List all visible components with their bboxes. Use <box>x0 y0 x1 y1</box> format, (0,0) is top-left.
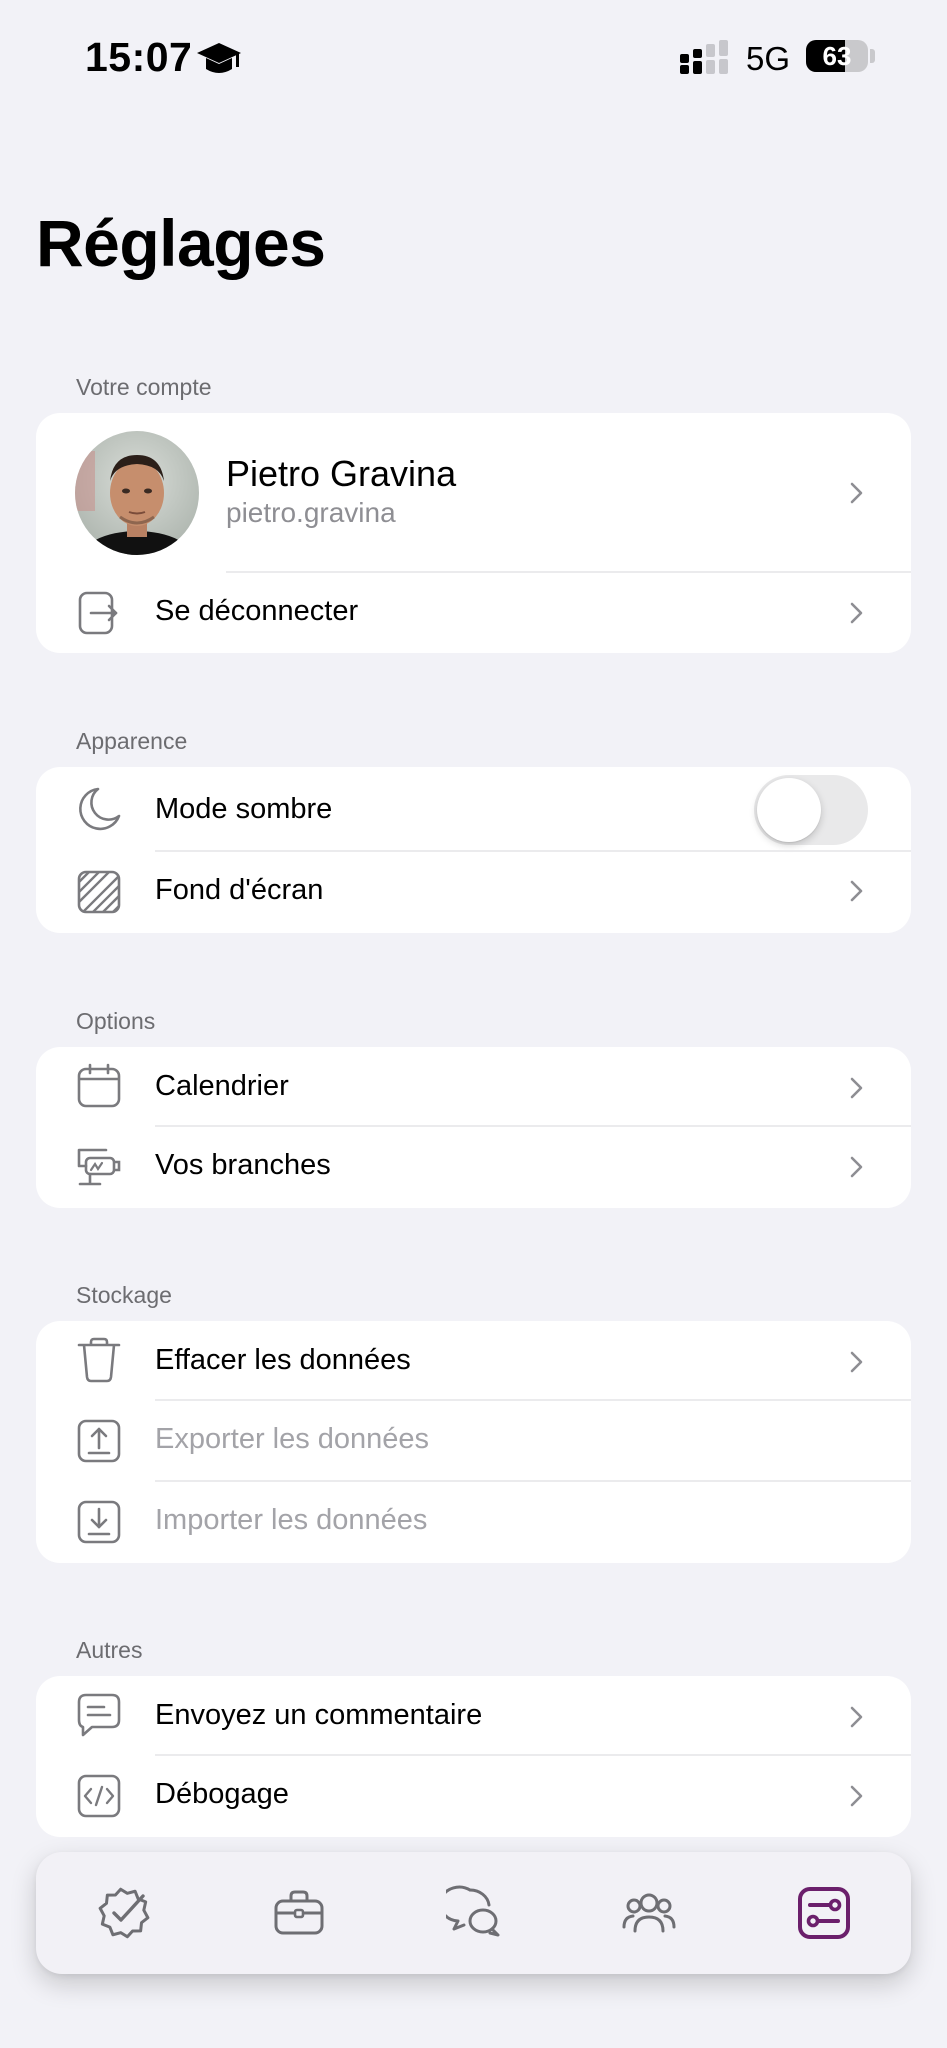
calendar-icon <box>77 1063 121 1108</box>
import-data-row: Importer les données <box>36 1482 911 1563</box>
network-type: 5G <box>746 40 791 77</box>
moon-icon <box>79 787 121 831</box>
tab-people[interactable] <box>621 1885 677 1941</box>
feedback-icon <box>77 1693 121 1737</box>
avatar <box>75 431 199 555</box>
tasks-icon <box>98 1887 150 1939</box>
trash-icon <box>77 1337 121 1383</box>
upload-icon <box>77 1419 121 1463</box>
export-data-label: Exporter les données <box>155 1423 430 1455</box>
tab-chat[interactable] <box>438 1885 502 1941</box>
tab-tasks[interactable] <box>96 1885 152 1941</box>
wallpaper-icon <box>77 870 121 914</box>
chevron-right-icon <box>850 1077 863 1099</box>
feedback-label: Envoyez un commentaire <box>155 1699 483 1731</box>
section-header-options: Options <box>76 1008 156 1034</box>
storage-card: Effacer les données Exporter les données… <box>36 1321 911 1563</box>
chevron-right-icon <box>850 602 863 624</box>
export-data-row: Exporter les données <box>36 1401 911 1481</box>
profile-handle: pietro.gravina <box>226 497 396 528</box>
logout-row[interactable]: Se déconnecter <box>36 573 911 653</box>
status-time: 15:07 <box>85 34 193 80</box>
section-header-storage: Stockage <box>76 1282 172 1308</box>
import-data-label: Importer les données <box>155 1504 428 1536</box>
profile-name: Pietro Gravina <box>226 453 457 494</box>
profile-row[interactable]: Pietro Gravina pietro.gravina <box>36 413 911 573</box>
code-icon <box>77 1774 121 1818</box>
logout-icon <box>78 591 118 635</box>
section-header-others: Autres <box>76 1637 143 1663</box>
chevron-right-icon <box>850 1351 863 1373</box>
tab-work[interactable] <box>271 1885 327 1941</box>
options-card: Calendrier Vos branches <box>36 1047 911 1208</box>
dark-mode-label: Mode sombre <box>155 793 333 825</box>
download-icon <box>77 1500 121 1544</box>
logout-label: Se déconnecter <box>155 595 359 627</box>
feedback-row[interactable]: Envoyez un commentaire <box>36 1676 911 1755</box>
calendar-label: Calendrier <box>155 1070 289 1102</box>
battery-icon: 63 <box>806 40 868 72</box>
debug-label: Débogage <box>155 1778 289 1810</box>
chevron-right-icon <box>850 482 863 504</box>
appearance-card: Mode sombre Fond d'écran <box>36 767 911 933</box>
section-header-account: Votre compte <box>76 374 212 400</box>
others-card: Envoyez un commentaire Débogage <box>36 1676 911 1837</box>
toggle-knob <box>757 778 821 842</box>
status-bar: 15:07 5G 63 <box>0 0 947 115</box>
branches-row[interactable]: Vos branches <box>36 1127 911 1208</box>
wallpaper-label: Fond d'écran <box>155 874 324 906</box>
briefcase-icon <box>274 1890 324 1935</box>
clear-data-row[interactable]: Effacer les données <box>36 1321 911 1400</box>
battery-level: 63 <box>822 41 852 71</box>
wallpaper-row[interactable]: Fond d'écran <box>36 852 911 933</box>
calendar-row[interactable]: Calendrier <box>36 1047 911 1126</box>
tab-bar <box>36 1852 911 1974</box>
clear-data-label: Effacer les données <box>155 1344 411 1376</box>
branches-label: Vos branches <box>155 1149 331 1181</box>
debug-row[interactable]: Débogage <box>36 1756 911 1837</box>
chevron-right-icon <box>850 880 863 902</box>
people-icon <box>622 1893 676 1933</box>
section-header-appearance: Apparence <box>76 728 188 754</box>
account-card: Pietro Gravina pietro.gravina Se déconne… <box>36 413 911 653</box>
graduation-cap-icon <box>197 43 241 73</box>
page-title: Réglages <box>36 206 326 280</box>
dark-mode-toggle[interactable] <box>754 775 868 845</box>
branches-icon <box>77 1148 121 1186</box>
chevron-right-icon <box>850 1785 863 1807</box>
settings-sliders-icon <box>798 1887 850 1939</box>
chevron-right-icon <box>850 1706 863 1728</box>
dark-mode-row: Mode sombre <box>36 767 911 851</box>
chevron-right-icon <box>850 1156 863 1178</box>
chat-icon <box>438 1885 500 1937</box>
tab-settings[interactable] <box>796 1885 852 1941</box>
signal-icon <box>680 40 728 74</box>
